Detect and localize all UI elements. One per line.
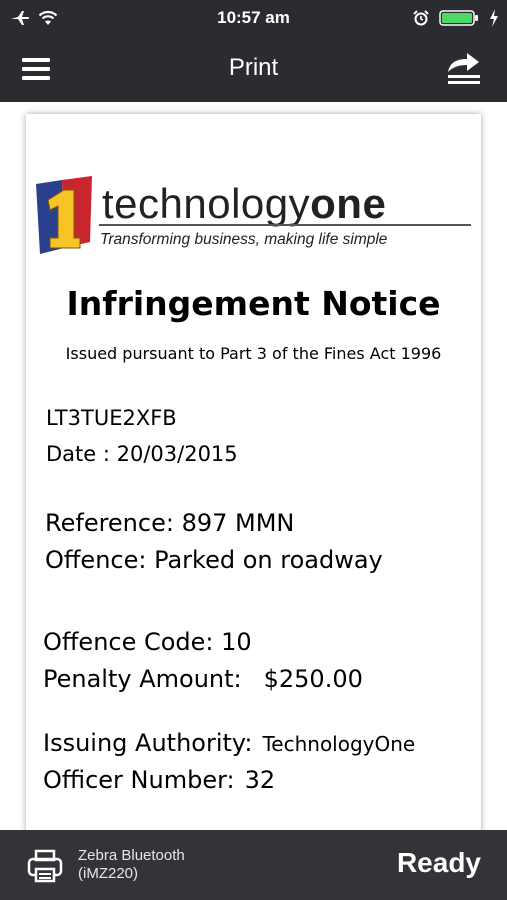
notice-date: Date : 20/03/2015 (46, 442, 238, 466)
officer-number-label: Officer Number: (43, 766, 235, 794)
logo-tagline: Transforming business, making life simpl… (100, 231, 388, 248)
navigation-bar: Print (0, 36, 507, 102)
battery-icon (439, 10, 478, 26)
printer-name-line1: Zebra Bluetooth (78, 847, 185, 864)
logo-wordmark: technologyone (102, 180, 386, 228)
offence-line: Offence: Parked on roadway (45, 546, 383, 574)
notice-id: LT3TUE2XFB (46, 406, 177, 430)
penalty-amount: $250.00 (263, 665, 363, 693)
page-title: Print (228, 54, 279, 81)
officer-number-value: 32 (244, 766, 276, 794)
printer-name-line2: (iMZ220) (78, 865, 139, 882)
company-logo: technologyone Transforming business, mak… (34, 176, 476, 256)
issuing-authority-value: TechnologyOne (262, 732, 416, 756)
issuing-authority-line: Issuing Authority: TechnologyOne (43, 729, 415, 757)
print-preview-area[interactable]: technologyone Transforming business, mak… (0, 102, 507, 830)
reference-line: Reference: 897 MMN (45, 509, 295, 537)
share-icon[interactable] (445, 50, 483, 86)
penalty-label: Penalty Amount: (43, 665, 242, 693)
issuing-authority-label: Issuing Authority: (43, 729, 253, 757)
charging-bolt-icon (490, 9, 498, 27)
technologyone-logo-mark (36, 176, 92, 254)
penalty-line: Penalty Amount: $250.00 (43, 665, 363, 693)
notice-subtitle: Issued pursuant to Part 3 of the Fines A… (65, 344, 442, 363)
logo-wordmark-bold: one (310, 180, 387, 227)
notice-title: Infringement Notice (66, 284, 441, 323)
printer-status-bar[interactable]: Zebra Bluetooth (iMZ220) Ready (0, 830, 507, 900)
alarm-icon (413, 10, 429, 26)
officer-number-line: Officer Number: 32 (43, 766, 275, 794)
printer-name[interactable]: Zebra Bluetooth (iMZ220) (78, 847, 185, 883)
status-bar: 10:57 am (0, 0, 507, 36)
logo-divider (99, 224, 471, 226)
printer-icon[interactable] (26, 847, 64, 885)
notice-document: technologyone Transforming business, mak… (26, 114, 481, 830)
offence-code-line: Offence Code: 10 (43, 628, 252, 656)
logo-wordmark-regular: technology (102, 180, 311, 227)
printer-status: Ready (396, 847, 481, 878)
status-right-group (413, 8, 499, 28)
